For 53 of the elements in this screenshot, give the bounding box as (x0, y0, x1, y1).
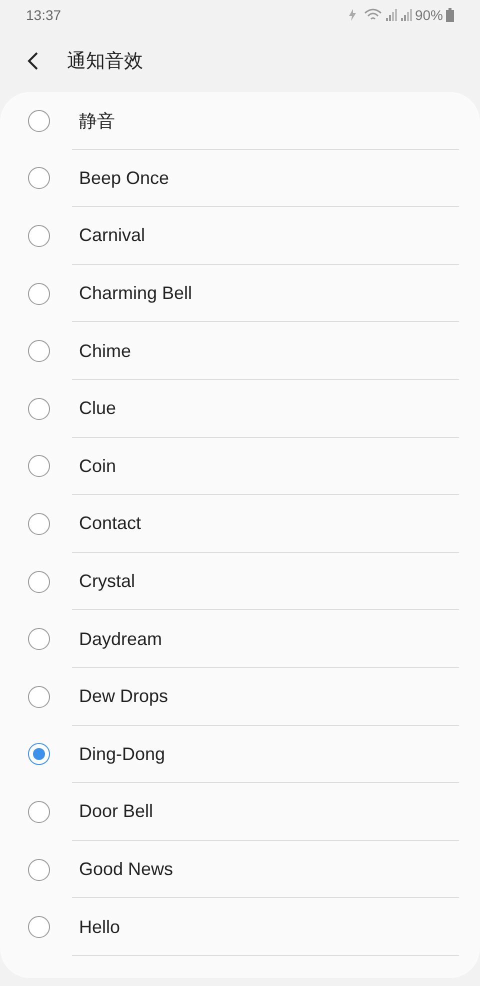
page-title: 通知音效 (67, 49, 143, 74)
sound-name: 静音 (79, 110, 115, 133)
sound-option[interactable]: Chime (0, 322, 480, 380)
battery-level: 90% (414, 7, 443, 23)
sound-name: Daydream (79, 628, 162, 650)
sound-name: Carnival (79, 225, 146, 246)
back-icon[interactable] (26, 51, 40, 71)
radio-button[interactable] (28, 686, 50, 708)
sound-name: Good News (79, 859, 174, 880)
sound-name: Crystal (79, 571, 136, 592)
sound-option[interactable]: Good News (0, 840, 480, 898)
status-time: 13:37 (26, 7, 62, 23)
radio-button[interactable] (28, 858, 50, 881)
sound-option[interactable]: 静音 (0, 92, 480, 150)
radio-button[interactable] (28, 743, 50, 766)
radio-button[interactable] (28, 570, 50, 593)
sound-option[interactable]: Hello (0, 898, 480, 956)
sound-option[interactable]: Ding-Dong (0, 726, 480, 784)
battery-icon (446, 8, 454, 22)
sound-name: Contact (79, 513, 142, 534)
sound-option[interactable]: Contact (0, 495, 480, 553)
radio-button[interactable] (28, 167, 50, 190)
sound-name: Beep Once (79, 168, 170, 189)
signal-icon (384, 9, 397, 21)
signal-icon (400, 9, 412, 21)
sound-option[interactable]: Coin (0, 438, 480, 496)
sound-name: Dew Drops (79, 686, 168, 708)
sound-option[interactable]: Beep Once (0, 150, 480, 208)
sound-option[interactable]: Carnival (0, 207, 480, 265)
radio-button[interactable] (28, 512, 50, 535)
sound-option[interactable]: Door Bell (0, 783, 480, 841)
sound-name: Hello (79, 916, 120, 938)
sound-name: Ding-Dong (79, 744, 166, 765)
radio-button[interactable] (28, 628, 50, 650)
sound-name: Door Bell (79, 801, 154, 822)
radio-button[interactable] (28, 340, 50, 362)
radio-button[interactable] (28, 282, 50, 305)
sound-name: Coin (79, 456, 116, 477)
sound-option[interactable]: Daydream (0, 610, 480, 668)
sound-name: Clue (79, 398, 116, 420)
radio-button[interactable] (28, 916, 50, 938)
sound-name: Charming Bell (79, 283, 192, 304)
radio-button[interactable] (28, 398, 50, 420)
wifi-icon (364, 8, 382, 22)
radio-button[interactable] (28, 800, 50, 823)
sound-option[interactable]: Crystal (0, 552, 480, 610)
radio-button[interactable] (28, 110, 50, 132)
sound-option[interactable]: Dew Drops (0, 668, 480, 726)
radio-button[interactable] (28, 224, 50, 247)
sound-option[interactable]: Charming Bell (0, 264, 480, 322)
sound-name: Chime (79, 340, 132, 362)
radio-button[interactable] (28, 455, 50, 478)
sound-option[interactable]: Clue (0, 380, 480, 438)
